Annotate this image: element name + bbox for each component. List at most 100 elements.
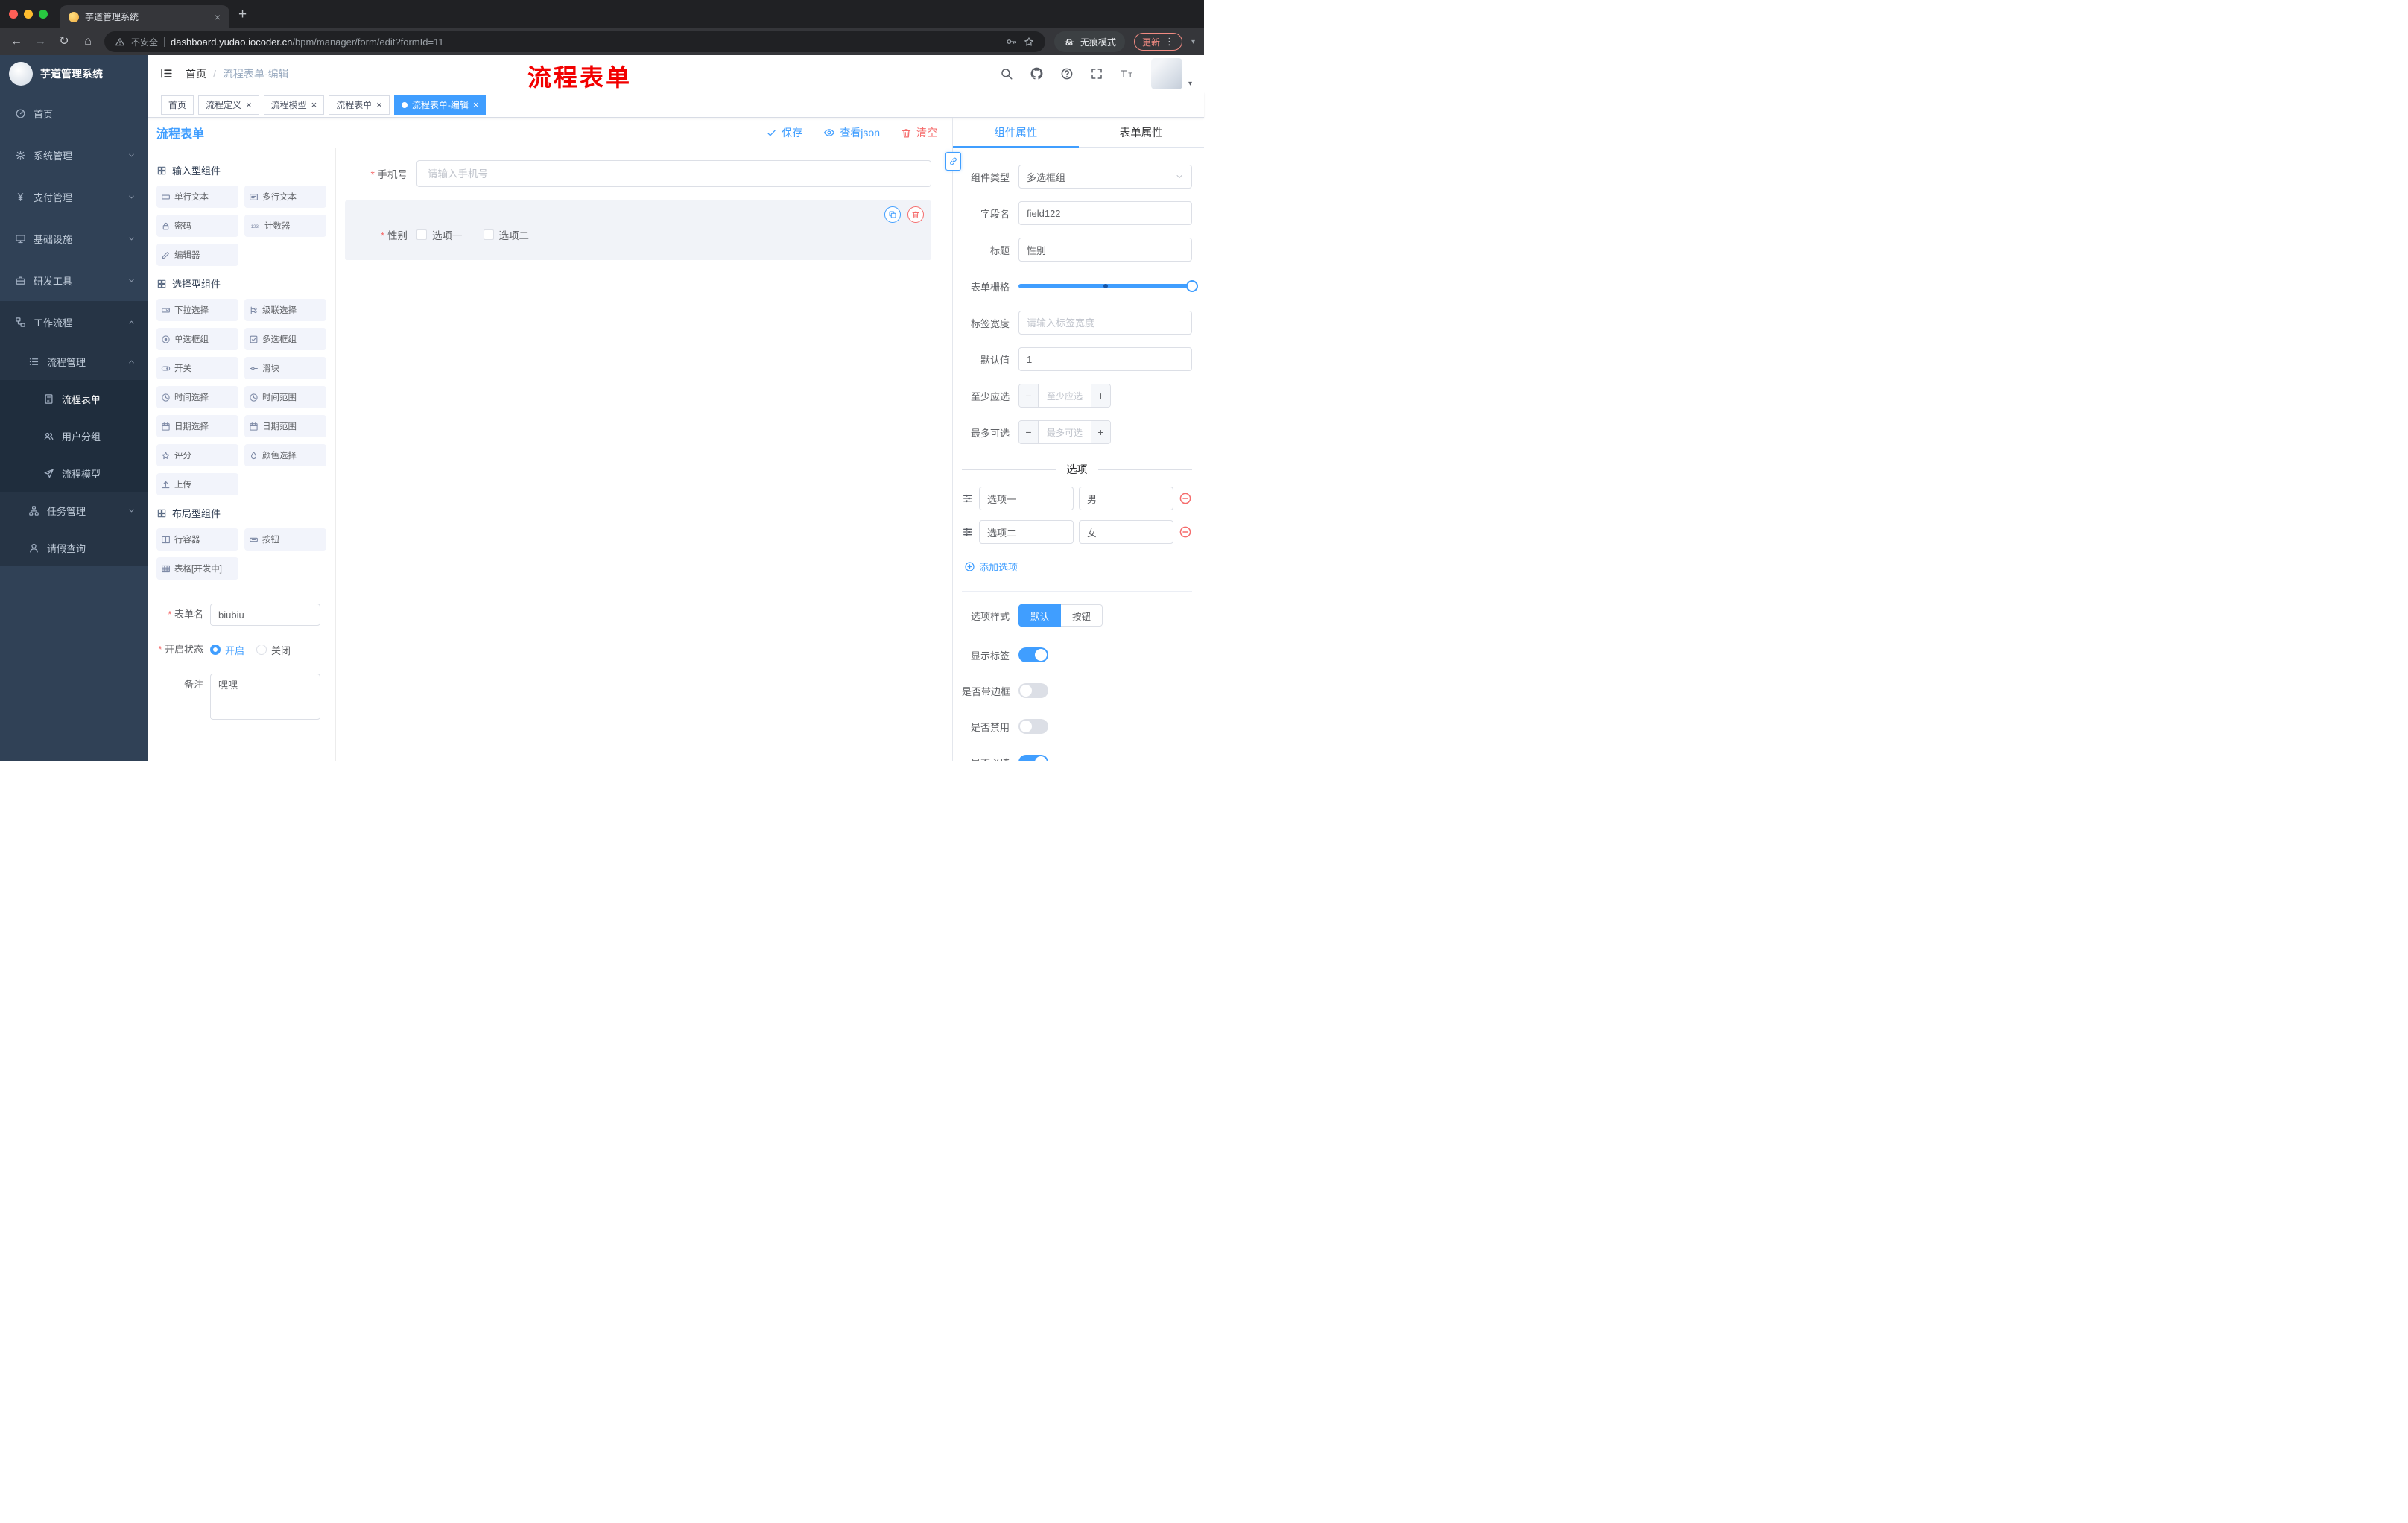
sidebar-item-system[interactable]: 系统管理 [0, 134, 148, 176]
show-label-switch[interactable] [1018, 647, 1048, 662]
sidebar-item-home[interactable]: 首页 [0, 92, 148, 134]
add-option-button[interactable]: 添加选项 [964, 560, 1018, 574]
app-logo[interactable]: 芋道管理系统 [0, 55, 148, 92]
forward-icon[interactable]: → [33, 36, 48, 48]
component-item[interactable]: 编辑器 [156, 244, 238, 266]
component-item[interactable]: 多行文本 [244, 186, 326, 208]
new-tab-button[interactable]: + [238, 7, 247, 22]
disabled-switch[interactable] [1018, 719, 1048, 734]
avatar[interactable] [1150, 57, 1182, 89]
github-icon[interactable] [1030, 66, 1044, 80]
component-item[interactable]: 下拉选择 [156, 299, 238, 321]
drag-handle-icon[interactable] [962, 493, 974, 504]
component-type-select[interactable]: 多选框组 [1018, 165, 1192, 189]
sidebar-item-devtools[interactable]: 研发工具 [0, 259, 148, 301]
zoom-window-button[interactable] [39, 10, 48, 19]
security-label[interactable]: 不安全 [131, 36, 158, 48]
option-label-input[interactable] [979, 520, 1074, 544]
title-input[interactable] [1018, 238, 1192, 262]
bookmark-star-icon[interactable] [1023, 36, 1035, 48]
phone-input[interactable] [416, 160, 931, 187]
toolbar-chevron-icon[interactable]: ▾ [1191, 38, 1195, 46]
clear-button[interactable]: 清空 [901, 125, 937, 140]
option-value-input[interactable] [1079, 520, 1173, 544]
checkbox-option-1[interactable]: 选项一 [416, 227, 463, 242]
increase-button[interactable]: + [1091, 421, 1110, 443]
decrease-button[interactable]: − [1019, 384, 1039, 407]
sidebar-item-process-model[interactable]: 流程模型 [0, 455, 148, 492]
sidebar-item-workflow[interactable]: 工作流程 [0, 301, 148, 343]
address-bar[interactable]: 不安全 dashboard.yudao.iocoder.cn/bpm/manag… [104, 31, 1045, 52]
style-button-button[interactable]: 按钮 [1061, 604, 1103, 627]
component-item[interactable]: 评分 [156, 444, 238, 466]
decrease-button[interactable]: − [1019, 421, 1039, 443]
search-icon[interactable] [1000, 67, 1013, 80]
component-item[interactable]: 时间选择 [156, 386, 238, 408]
sidebar-item-process-form[interactable]: 流程表单 [0, 380, 148, 417]
option-label-input[interactable] [979, 487, 1074, 510]
field-name-input[interactable] [1018, 201, 1192, 225]
fullscreen-icon[interactable] [1090, 67, 1103, 80]
browser-tab[interactable]: 芋道管理系统 × [60, 5, 229, 28]
minimize-window-button[interactable] [24, 10, 33, 19]
tag-process-form[interactable]: 流程表单 × [329, 95, 390, 115]
remark-textarea[interactable]: 嘿嘿 [210, 674, 320, 720]
style-default-button[interactable]: 默认 [1018, 604, 1062, 627]
close-icon[interactable]: × [246, 100, 252, 110]
sidebar-item-payment[interactable]: 支付管理 [0, 176, 148, 218]
tag-process-definition[interactable]: 流程定义 × [198, 95, 259, 115]
component-item[interactable]: 开关 [156, 357, 238, 379]
component-item[interactable]: 时间范围 [244, 386, 326, 408]
canvas-field-gender-selected[interactable]: 性别 选项一 选项二 [345, 200, 931, 260]
label-width-input[interactable] [1018, 311, 1192, 335]
max-select-placeholder[interactable]: 最多可选 [1039, 421, 1091, 443]
component-item[interactable]: 日期选择 [156, 415, 238, 437]
copy-field-button[interactable] [884, 206, 901, 223]
form-name-input[interactable] [210, 604, 320, 626]
password-key-icon[interactable] [1005, 36, 1017, 48]
slider-track[interactable] [1018, 280, 1198, 292]
checkbox-box[interactable] [416, 229, 427, 240]
checkbox-option-2[interactable]: 选项二 [483, 227, 529, 242]
radio-enabled[interactable]: 开启 [210, 643, 244, 657]
home-icon[interactable]: ⌂ [80, 36, 95, 48]
component-item[interactable]: 行容器 [156, 528, 238, 551]
sidebar-item-process-admin[interactable]: 流程管理 [0, 343, 148, 380]
component-item[interactable]: 密码 [156, 215, 238, 237]
remove-option-icon[interactable] [1179, 525, 1192, 539]
checkbox-box[interactable] [483, 229, 494, 240]
tag-process-form-edit[interactable]: 流程表单-编辑 × [393, 95, 487, 115]
browser-update-button[interactable]: 更新 ⋮ [1133, 33, 1182, 51]
tag-process-model[interactable]: 流程模型 × [263, 95, 325, 115]
component-item[interactable]: 表格[开发中] [156, 557, 238, 580]
component-item[interactable]: 单选框组 [156, 328, 238, 350]
close-icon[interactable]: × [376, 100, 382, 110]
help-icon[interactable] [1060, 67, 1074, 80]
component-item[interactable]: 上传 [156, 473, 238, 495]
reload-icon[interactable]: ↻ [57, 36, 72, 48]
avatar-caret-icon[interactable]: ▾ [1188, 80, 1192, 89]
canvas-field-phone[interactable]: 手机号 [345, 160, 931, 187]
tab-close-icon[interactable]: × [212, 11, 224, 23]
slider-handle[interactable] [1186, 280, 1198, 292]
tab-form-props[interactable]: 表单属性 [1079, 118, 1205, 147]
back-icon[interactable]: ← [9, 36, 24, 48]
required-switch[interactable] [1018, 755, 1048, 762]
browser-menu-icon[interactable]: ⋮ [1165, 36, 1174, 48]
font-size-icon[interactable] [1119, 66, 1135, 81]
tab-component-props[interactable]: 组件属性 [953, 118, 1079, 148]
close-icon[interactable]: × [311, 100, 317, 110]
component-item[interactable]: 多选框组 [244, 328, 326, 350]
increase-button[interactable]: + [1091, 384, 1110, 407]
view-json-button[interactable]: 查看json [823, 125, 880, 140]
close-icon[interactable]: × [473, 100, 479, 110]
option-value-input[interactable] [1079, 487, 1173, 510]
delete-field-button[interactable] [907, 206, 924, 223]
border-switch[interactable] [1018, 683, 1048, 698]
sidebar-item-user-group[interactable]: 用户分组 [0, 417, 148, 455]
breadcrumb-home[interactable]: 首页 [186, 66, 206, 81]
component-item[interactable]: 颜色选择 [244, 444, 326, 466]
component-item[interactable]: 计数器 [244, 215, 326, 237]
tag-home[interactable]: 首页 [161, 95, 194, 115]
close-window-button[interactable] [9, 10, 18, 19]
